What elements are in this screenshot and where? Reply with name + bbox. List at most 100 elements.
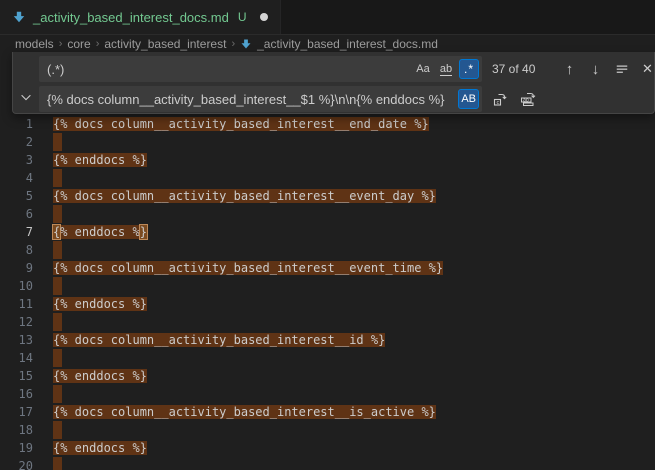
editor-line[interactable]: 3 {% enddocs %} — [0, 151, 655, 169]
toggle-replace-button[interactable] — [13, 52, 39, 113]
breadcrumb-separator: › — [96, 38, 100, 50]
line-number: 9 — [0, 259, 33, 277]
git-status-badge: U — [238, 10, 247, 24]
editor-lines[interactable]: 1{% docs column__activity_based_interest… — [0, 115, 655, 470]
match-case-toggle[interactable]: Aa — [413, 59, 433, 79]
breadcrumb-separator: › — [231, 38, 235, 50]
line-content[interactable] — [53, 169, 62, 187]
breadcrumb-item-core[interactable]: core — [67, 37, 90, 51]
bracket-match: { — [52, 224, 61, 240]
editor-line[interactable]: 2 — [0, 133, 655, 151]
breadcrumb-item-activity-based-interest[interactable]: activity_based_interest — [104, 37, 226, 51]
line-content[interactable]: {% enddocs %} — [53, 223, 147, 241]
breadcrumb-item-file[interactable]: _activity_based_interest_docs.md — [257, 37, 438, 51]
line-content[interactable]: {% docs column__activity_based_interest_… — [53, 403, 436, 421]
editor-line[interactable]: 20 — [0, 457, 655, 470]
markdown-icon — [12, 10, 26, 24]
line-content[interactable]: {% docs column__activity_based_interest_… — [53, 187, 436, 205]
find-match-highlight: {% enddocs %} — [53, 369, 147, 383]
find-match-highlight: {% docs column__activity_based_interest_… — [53, 405, 436, 419]
line-content[interactable]: {% enddocs %} — [53, 367, 147, 385]
editor-line[interactable]: 6 — [0, 205, 655, 223]
line-content[interactable] — [53, 313, 62, 331]
editor-line[interactable]: 4 — [0, 169, 655, 187]
editor-line[interactable]: 11 {% enddocs %} — [0, 295, 655, 313]
close-icon: ✕ — [642, 61, 653, 77]
line-content[interactable] — [53, 241, 62, 259]
line-content[interactable]: {% docs column__activity_based_interest_… — [53, 259, 443, 277]
replace-input[interactable]: {% docs column__activity_based_interest_… — [39, 86, 482, 112]
find-match-highlight: {% enddocs %} — [53, 441, 147, 455]
find-input[interactable]: (.*) Aa ab .* — [39, 56, 482, 82]
line-number: 8 — [0, 241, 33, 259]
line-content[interactable]: {% enddocs %} — [53, 151, 147, 169]
editor-tab[interactable]: _activity_based_interest_docs.md U — [0, 0, 281, 34]
line-number: 17 — [0, 403, 33, 421]
editor-line[interactable]: 10 — [0, 277, 655, 295]
line-content[interactable]: {% enddocs %} — [53, 295, 147, 313]
find-match-highlight: {% enddocs %} — [53, 297, 147, 311]
svg-text:ab: ab — [523, 98, 529, 104]
editor-line[interactable]: 5 {% docs column__activity_based_interest… — [0, 187, 655, 205]
find-match-highlight: {% docs column__activity_based_interest_… — [53, 261, 443, 275]
line-number: 16 — [0, 385, 33, 403]
find-match-highlight — [53, 457, 62, 470]
line-number: 7 — [0, 223, 33, 241]
line-number: 14 — [0, 349, 33, 367]
line-number: 6 — [0, 205, 33, 223]
editor-line[interactable]: 15{% enddocs %} — [0, 367, 655, 385]
line-number: 5 — [0, 187, 33, 205]
find-match-current: {% enddocs %} — [53, 225, 147, 239]
markdown-icon — [240, 38, 252, 50]
editor-line[interactable]: 12 — [0, 313, 655, 331]
modified-dot[interactable] — [260, 13, 268, 21]
editor-line[interactable]: 13 {% docs column__activity_based_interes… — [0, 331, 655, 349]
editor-line[interactable]: 1{% docs column__activity_based_interest… — [0, 115, 655, 133]
replace-all-button[interactable]: ab — [517, 89, 538, 110]
find-match-highlight — [53, 421, 62, 439]
breadcrumb: models › core › activity_based_interest … — [0, 35, 655, 52]
replace-button[interactable]: c — [489, 89, 510, 110]
editor-line[interactable]: 18 — [0, 421, 655, 439]
next-match-button[interactable]: ↓ — [585, 59, 606, 80]
line-content[interactable] — [53, 385, 62, 403]
editor-line[interactable]: 14 — [0, 349, 655, 367]
editor-line[interactable]: 16 — [0, 385, 655, 403]
editor-line[interactable]: 19{% enddocs %} — [0, 439, 655, 457]
line-number: 13 — [0, 331, 33, 349]
whole-word-toggle[interactable]: ab — [436, 59, 456, 79]
preserve-case-toggle[interactable]: AB — [458, 89, 479, 109]
editor-line[interactable]: 9 {% docs column__activity_based_interest… — [0, 259, 655, 277]
find-match-highlight — [53, 349, 62, 367]
line-content[interactable]: {% docs column__activity_based_interest_… — [53, 115, 429, 133]
find-in-selection-button[interactable] — [611, 59, 632, 80]
chevron-down-icon — [19, 90, 33, 104]
line-number: 4 — [0, 169, 33, 187]
editor-line[interactable]: 7 {% enddocs %} — [0, 223, 655, 241]
close-find-widget-button[interactable]: ✕ — [637, 59, 655, 80]
previous-match-button[interactable]: ↑ — [559, 59, 580, 80]
arrow-down-icon: ↓ — [592, 62, 600, 77]
line-content[interactable] — [53, 349, 62, 367]
line-content[interactable]: {% enddocs %} — [53, 439, 147, 457]
find-match-highlight — [53, 169, 62, 187]
line-content[interactable]: {% docs column__activity_based_interest_… — [53, 331, 385, 349]
find-match-highlight — [53, 385, 62, 403]
line-content[interactable] — [53, 421, 62, 439]
regex-toggle[interactable]: .* — [459, 59, 479, 79]
find-match-highlight: {% docs column__activity_based_interest_… — [53, 333, 385, 347]
editor-line[interactable]: 17 {% docs column__activity_based_interes… — [0, 403, 655, 421]
line-number: 11 — [0, 295, 33, 313]
svg-text:c: c — [496, 100, 499, 106]
find-query: (.*) — [47, 62, 64, 77]
line-number: 20 — [0, 457, 33, 470]
line-content[interactable] — [53, 277, 62, 295]
breadcrumb-item-models[interactable]: models — [15, 37, 54, 51]
line-content[interactable] — [53, 205, 62, 223]
line-content[interactable] — [53, 133, 62, 151]
line-content[interactable] — [53, 457, 62, 470]
line-number: 3 — [0, 151, 33, 169]
find-match-highlight — [53, 241, 62, 259]
editor-line[interactable]: 8 — [0, 241, 655, 259]
line-number: 2 — [0, 133, 33, 151]
